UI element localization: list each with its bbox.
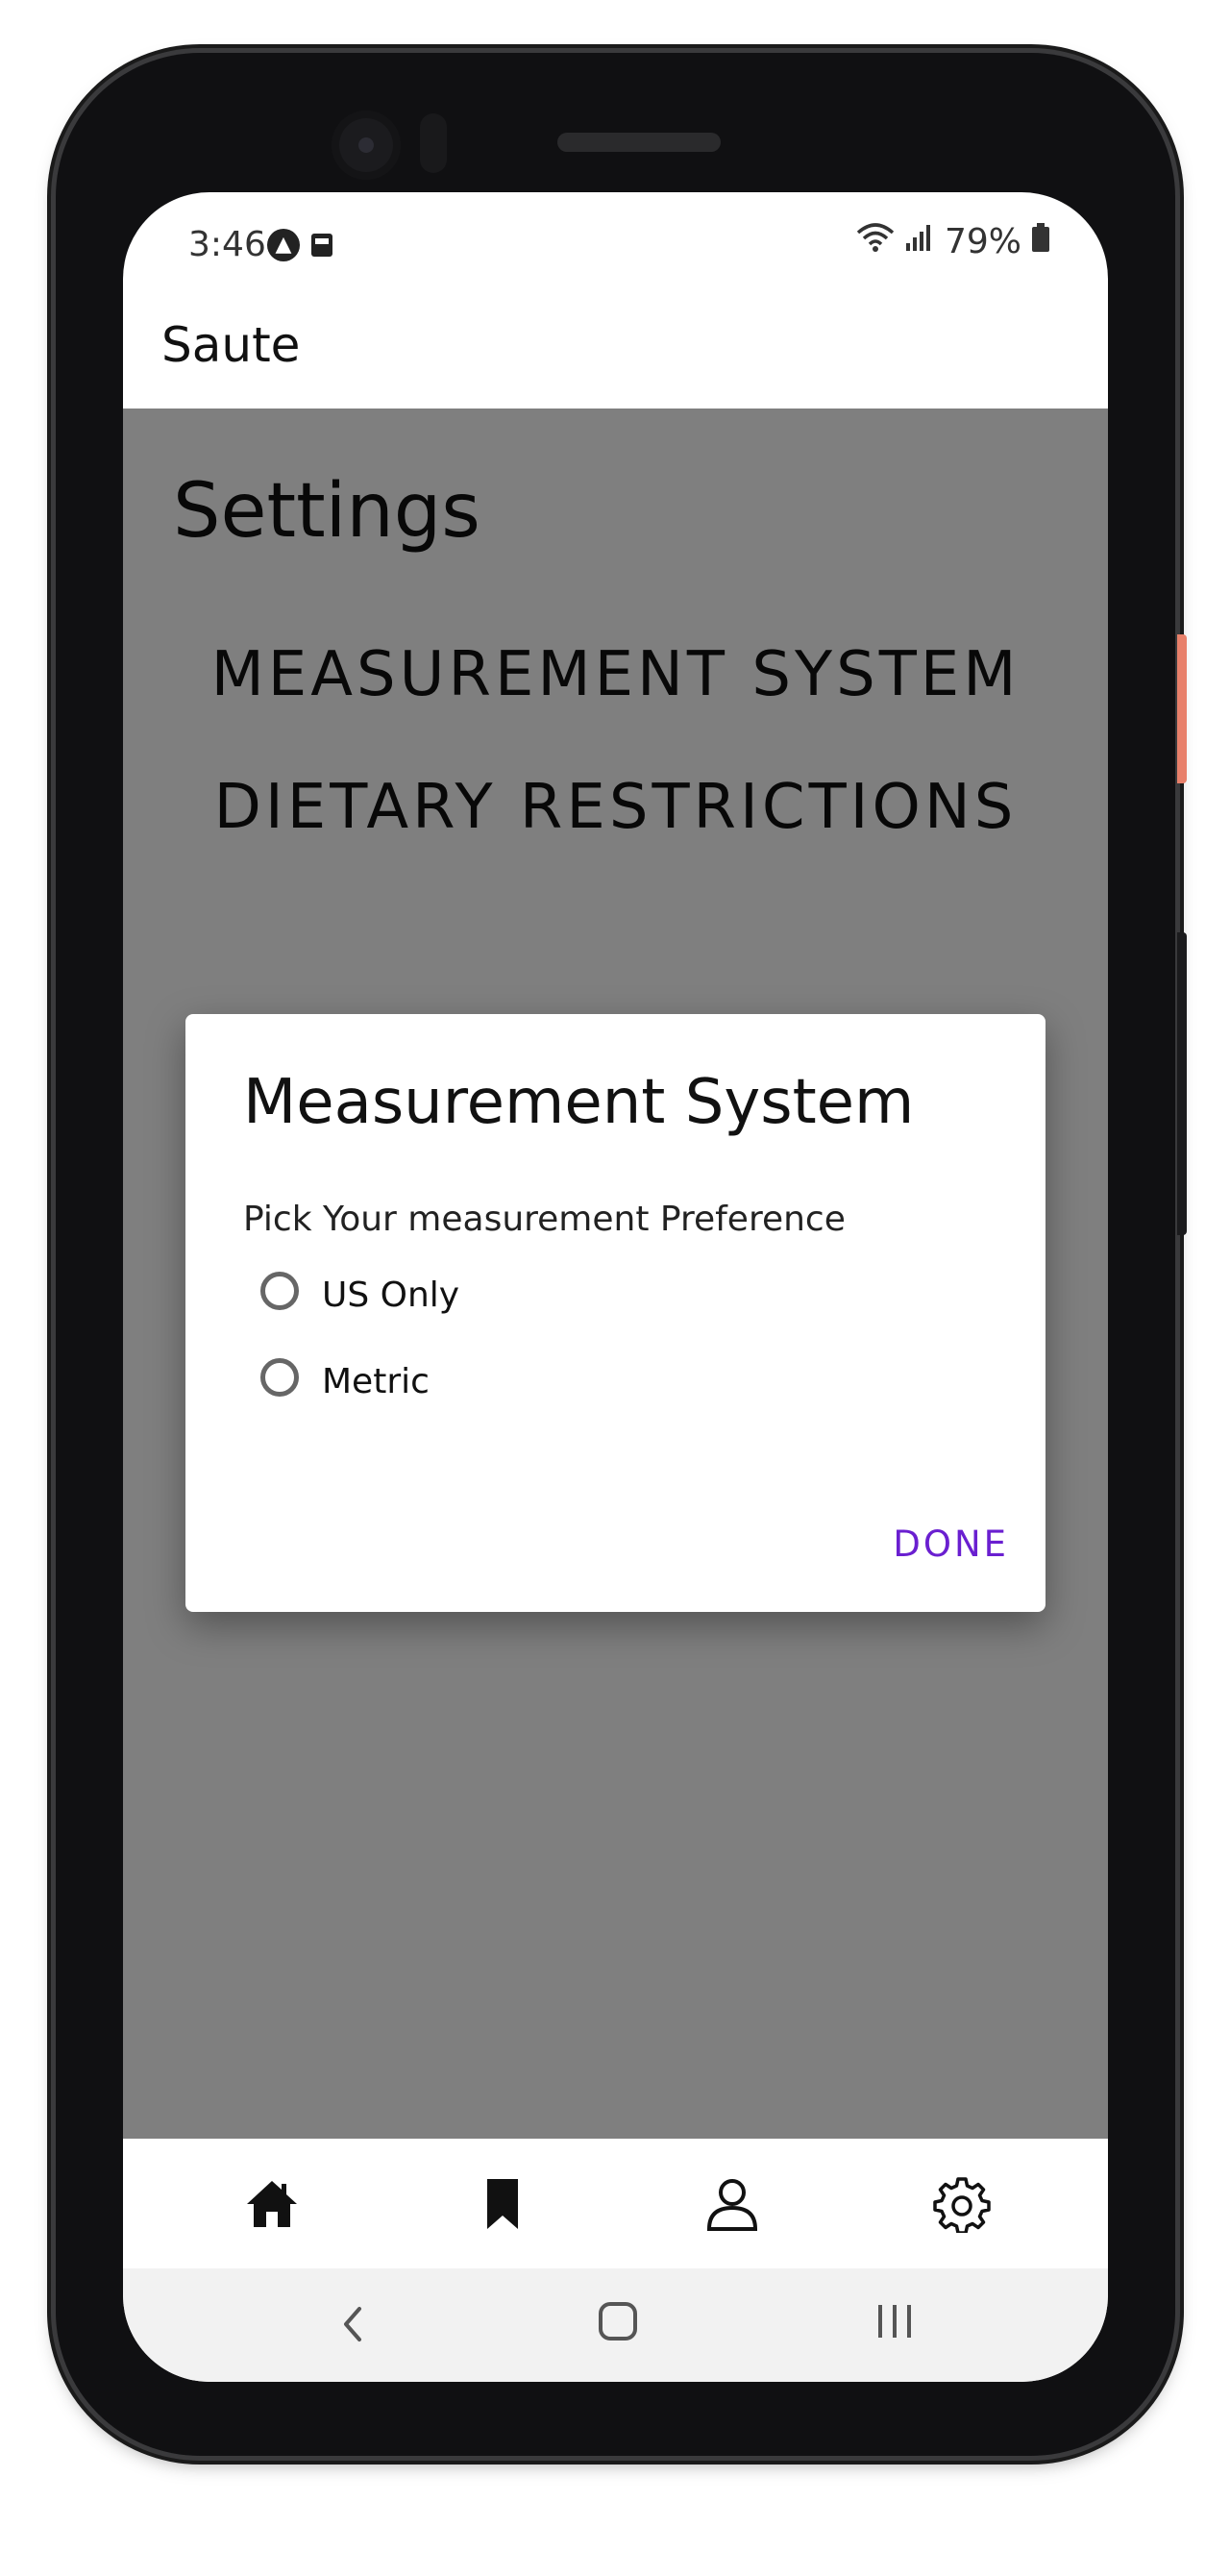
card-notification-icon [308,231,336,260]
side-button-orange [1177,634,1187,783]
wifi-icon [856,221,895,262]
status-time: 3:46 [188,225,266,264]
front-camera [332,111,401,180]
system-navigation-bar [123,2268,1108,2382]
home-icon[interactable] [243,2175,301,2233]
radio-label-us-only: US Only [322,1276,460,1315]
battery-percent: 79% [944,222,1021,261]
measurement-system-dialog: Measurement System Pick Your measurement… [185,1014,1046,1612]
signal-icon [904,222,935,261]
battery-icon [1031,222,1050,261]
app-title: Saute [161,317,301,373]
dialog-subtitle: Pick Your measurement Preference [243,1200,846,1239]
profile-icon[interactable] [703,2175,761,2233]
radio-button-metric[interactable] [260,1357,299,1397]
back-icon[interactable] [325,2295,382,2353]
bottom-navigation [123,2139,1108,2268]
radio-option-us-only[interactable]: US Only [260,1266,459,1315]
app-bar: Saute [123,298,1108,409]
recents-icon[interactable] [871,2297,919,2345]
radio-label-metric: Metric [322,1362,430,1401]
earpiece-speaker [557,133,721,152]
radio-button-us-only[interactable] [260,1271,299,1310]
screen: 3:46 ▲ 79% Saute Measurement System Pick… [123,192,1108,2382]
bookmark-icon[interactable] [474,2175,531,2233]
side-button-dark [1177,932,1187,1235]
gear-icon[interactable] [933,2175,991,2235]
proximity-sensor [420,113,447,173]
home-circle-icon[interactable] [594,2297,642,2345]
dialog-title: Measurement System [243,1067,915,1138]
done-button[interactable]: DONE [893,1523,1009,1565]
radio-option-metric[interactable]: Metric [260,1352,430,1401]
status-bar: 3:46 ▲ 79% [123,192,1108,298]
a-notification-icon: ▲ [267,229,300,261]
status-right-group: 79% [856,221,1050,262]
